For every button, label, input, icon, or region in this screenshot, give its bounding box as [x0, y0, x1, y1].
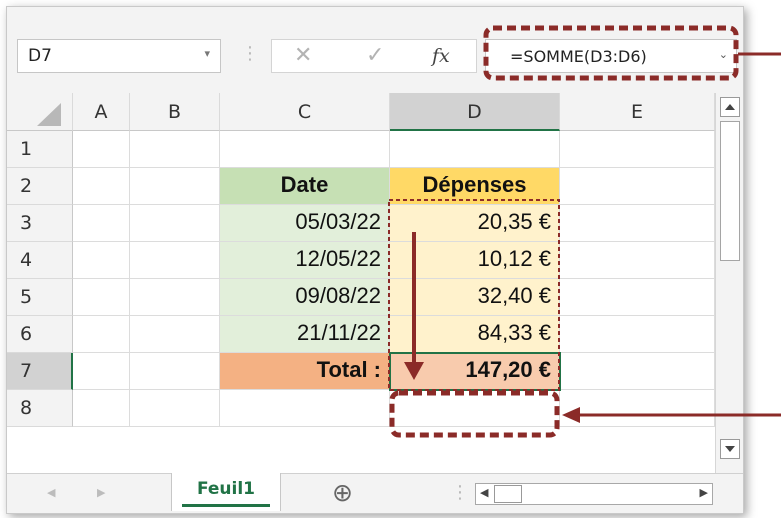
cell-d2-expenses-header[interactable]: Dépenses	[390, 168, 560, 205]
expenses-header-label: Dépenses	[422, 172, 527, 197]
name-box-value: D7	[28, 46, 52, 66]
column-header-c[interactable]: C	[220, 93, 390, 131]
name-box[interactable]: D7 ▾	[17, 39, 221, 73]
cell-c1[interactable]	[220, 131, 390, 168]
date-value: 12/05/22	[295, 246, 381, 271]
scroll-right-icon[interactable]: ▶	[700, 486, 708, 499]
vertical-scrollbar[interactable]	[715, 93, 743, 473]
column-a-cells[interactable]	[73, 168, 130, 427]
row-header-8[interactable]: 8	[7, 390, 73, 427]
date-header-label: Date	[280, 172, 329, 197]
cell-b1[interactable]	[130, 131, 220, 168]
scroll-up-button[interactable]	[720, 97, 740, 117]
next-sheet-icon[interactable]: ▶	[97, 486, 105, 499]
scroll-down-button[interactable]	[720, 439, 740, 459]
total-label: Total :	[316, 357, 381, 382]
expand-formula-bar-icon[interactable]: ⌄	[719, 48, 728, 61]
cell-c4[interactable]: 12/05/22	[220, 242, 390, 279]
cell-d1[interactable]	[390, 131, 560, 168]
date-value: 09/08/22	[295, 283, 381, 308]
amount-value: 32,40 €	[477, 283, 551, 308]
amount-value: 20,35 €	[477, 209, 551, 234]
column-header-b[interactable]: B	[130, 93, 220, 131]
column-e-cells[interactable]	[560, 168, 715, 427]
cell-d3[interactable]: 20,35 €	[390, 205, 560, 242]
row-header-1[interactable]: 1	[7, 131, 73, 168]
cell-d4[interactable]: 10,12 €	[390, 242, 560, 279]
date-value: 05/03/22	[295, 209, 381, 234]
formula-bar: D7 ▾ ⋮ ✕ ✓ fx =SOMME(D3:D6) ⌄	[7, 7, 743, 93]
row-header-6[interactable]: 6	[7, 316, 73, 353]
date-value: 21/11/22	[296, 320, 381, 345]
cell-c7-total-label[interactable]: Total :	[220, 353, 390, 390]
enter-icon[interactable]: ✓	[366, 43, 384, 68]
active-tab-underline	[182, 504, 270, 507]
cell-a1[interactable]	[73, 131, 130, 168]
formula-text: =SOMME(D3:D6)	[510, 47, 647, 66]
sheet-tab-label: Feuil1	[196, 479, 256, 499]
cell-c5[interactable]: 09/08/22	[220, 279, 390, 316]
column-header-d[interactable]: D	[390, 93, 560, 131]
row-header-2[interactable]: 2	[7, 168, 73, 205]
cancel-icon[interactable]: ✕	[294, 43, 312, 68]
cell-d8[interactable]	[390, 390, 560, 427]
row-header-5[interactable]: 5	[7, 279, 73, 316]
cell-d5[interactable]: 32,40 €	[390, 279, 560, 316]
select-all-triangle-icon	[37, 103, 61, 126]
prev-sheet-icon[interactable]: ◀	[47, 486, 55, 499]
cell-c2-date-header[interactable]: Date	[220, 168, 390, 205]
select-all-corner[interactable]	[7, 93, 73, 131]
formula-buttons: ✕ ✓ fx	[271, 39, 477, 73]
tab-split-grip-icon[interactable]: ⋮	[451, 482, 469, 503]
horizontal-scroll-thumb[interactable]	[494, 485, 522, 503]
cell-c3[interactable]: 05/03/22	[220, 205, 390, 242]
amount-value: 84,33 €	[477, 320, 551, 345]
horizontal-scrollbar[interactable]: ◀ ▶	[475, 483, 713, 505]
cell-d6[interactable]: 84,33 €	[390, 316, 560, 353]
spreadsheet-window: D7 ▾ ⋮ ✕ ✓ fx =SOMME(D3:D6) ⌄ A B C D E …	[6, 6, 744, 514]
formula-bar-grip-icon[interactable]: ⋮	[241, 43, 259, 64]
name-box-dropdown-icon[interactable]: ▾	[204, 47, 210, 60]
add-sheet-icon[interactable]: ⊕	[332, 478, 353, 507]
row-header-7[interactable]: 7	[7, 353, 73, 390]
cell-c8[interactable]	[220, 390, 390, 427]
column-header-e[interactable]: E	[560, 93, 715, 131]
insert-function-icon[interactable]: fx	[432, 45, 450, 67]
amount-value: 10,12 €	[477, 246, 551, 271]
scroll-down-arrow-icon	[725, 446, 735, 452]
column-header-a[interactable]: A	[73, 93, 130, 131]
row-header-3[interactable]: 3	[7, 205, 73, 242]
column-b-cells[interactable]	[130, 168, 220, 427]
active-cell-selection	[389, 352, 561, 391]
vertical-scroll-thumb[interactable]	[720, 121, 740, 261]
sheet-tab-feuil1[interactable]: Feuil1	[171, 473, 281, 511]
scroll-up-arrow-icon	[725, 104, 735, 110]
row-header-4[interactable]: 4	[7, 242, 73, 279]
cell-c6[interactable]: 21/11/22	[220, 316, 390, 353]
scroll-left-icon[interactable]: ◀	[480, 486, 488, 499]
cell-e1[interactable]	[560, 131, 715, 168]
formula-input[interactable]: =SOMME(D3:D6) ⌄	[485, 39, 737, 73]
